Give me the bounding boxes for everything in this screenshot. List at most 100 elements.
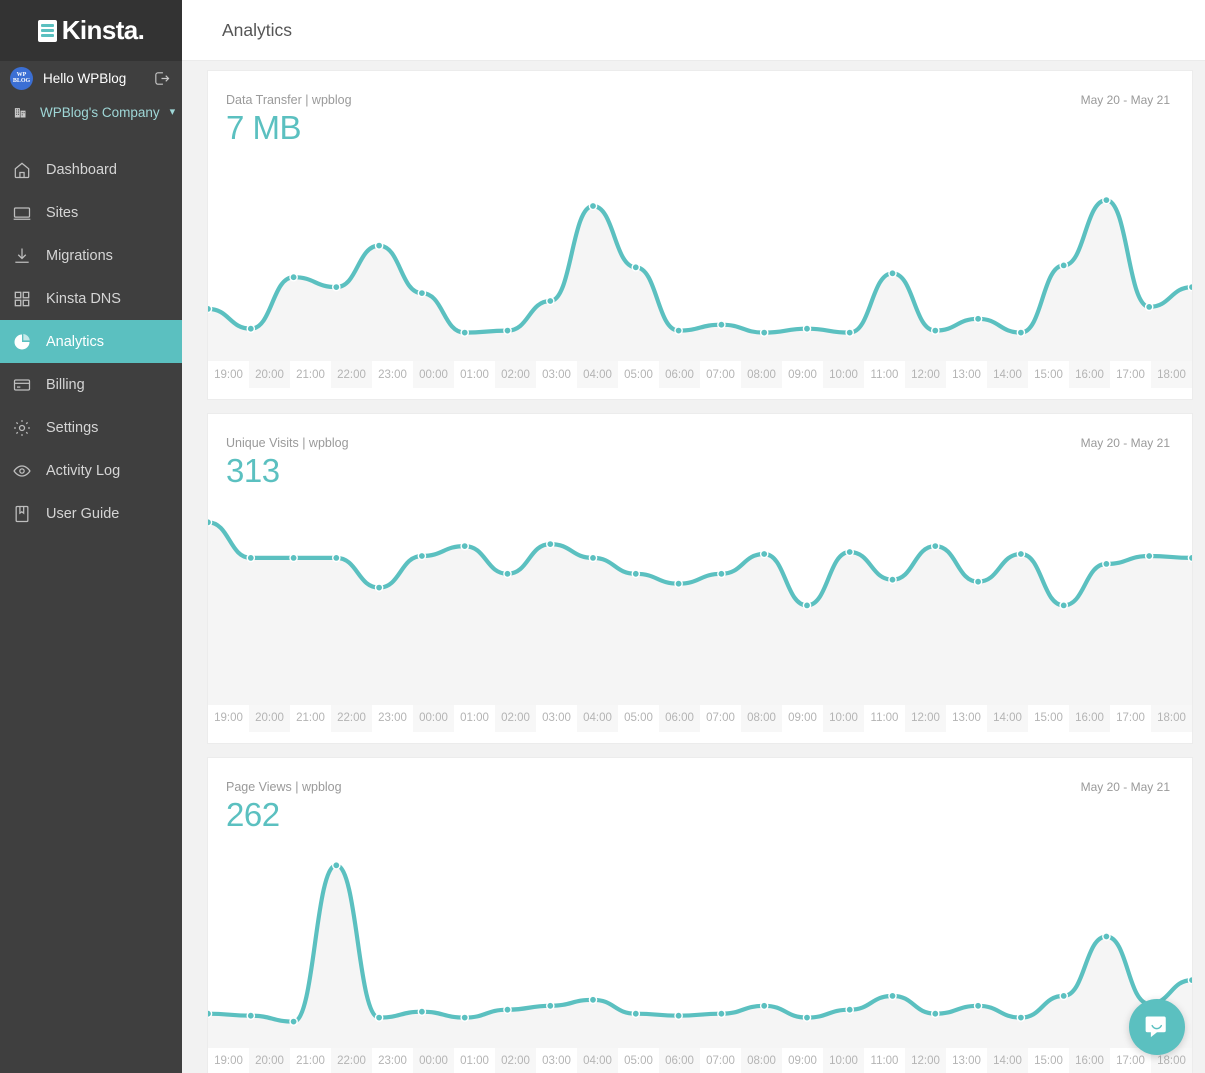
chevron-down-icon[interactable]: ▾ <box>170 106 176 118</box>
x-axis-tick: 12:00 <box>905 361 946 389</box>
gear-icon <box>12 418 32 438</box>
chat-bubble-icon[interactable] <box>1129 999 1185 1055</box>
chart-plot[interactable] <box>208 146 1192 362</box>
card-metric-value: 7 MB <box>226 109 302 146</box>
x-axis-tick: 17:00 <box>1116 368 1145 381</box>
x-axis-tick: 03:00 <box>542 368 571 381</box>
x-axis-tick: 16:00 <box>1069 1047 1110 1073</box>
sidebar-item-activity-log[interactable]: Activity Log <box>0 449 182 492</box>
x-axis-tick: 08:00 <box>741 1047 782 1073</box>
x-axis-tick: 11:00 <box>870 712 899 725</box>
sidebar-item-label: Activity Log <box>46 462 121 479</box>
x-axis-tick: 00:00 <box>413 361 454 389</box>
x-axis-tick: 10:00 <box>823 361 864 389</box>
x-axis-tick: 22:00 <box>331 361 372 389</box>
sidebar-item-label: Kinsta DNS <box>46 290 121 307</box>
x-axis-tick: 06:00 <box>659 1047 700 1073</box>
avatar: WP BLOG <box>10 66 33 90</box>
x-axis-tick: 13:00 <box>952 1055 981 1068</box>
pie-chart-icon <box>12 332 32 352</box>
x-axis-tick: 01:00 <box>460 368 489 381</box>
card-date-range: May 20 - May 21 <box>1080 436 1170 451</box>
x-axis-tick: 03:00 <box>542 712 571 725</box>
x-axis-tick: 11:00 <box>870 1055 899 1068</box>
sidebar-item-migrations[interactable]: Migrations <box>0 234 182 277</box>
app-root: Kinsta. WP BLOG Hello WPBlog WPBlog's Co… <box>0 0 1205 1073</box>
sidebar-item-kinsta-dns[interactable]: Kinsta DNS <box>0 277 182 320</box>
x-axis-tick: 21:00 <box>296 1055 325 1068</box>
building-icon <box>10 105 30 120</box>
x-axis-tick: 12:00 <box>905 1047 946 1073</box>
sidebar: Kinsta. WP BLOG Hello WPBlog WPBlog's Co… <box>0 0 182 1073</box>
x-axis-tick: 22:00 <box>331 1047 372 1073</box>
book-icon <box>12 504 32 524</box>
company-name: WPBlog's Company <box>40 104 160 120</box>
x-axis-tick: 07:00 <box>706 1055 735 1068</box>
x-axis-tick: 09:00 <box>788 368 817 381</box>
x-axis-tick: 20:00 <box>249 704 290 732</box>
card-header: Page Views | wpblog May 20 - May 21 <box>208 758 1192 794</box>
sidebar-item-settings[interactable]: Settings <box>0 406 182 449</box>
x-axis-tick: 16:00 <box>1069 704 1110 732</box>
sidebar-item-label: Analytics <box>46 333 105 350</box>
analytics-cards: Data Transfer | wpblog May 20 - May 21 7 M… <box>182 61 1205 1073</box>
chart-area-fill <box>208 521 1192 705</box>
x-axis: 19:00 20:00 21:00 22:00 23:00 00:00 01:00 02:00… <box>208 1047 1192 1073</box>
x-axis-tick: 06:00 <box>659 361 700 389</box>
x-axis-tick: 20:00 <box>249 361 290 389</box>
brand-logo[interactable]: Kinsta. <box>0 0 182 61</box>
sidebar-item-dashboard[interactable]: Dashboard <box>0 148 182 191</box>
logout-icon[interactable] <box>153 70 170 87</box>
card-footer-spacer <box>208 732 1192 743</box>
x-axis-tick: 00:00 <box>413 704 454 732</box>
x-axis-tick: 15:00 <box>1034 712 1063 725</box>
topbar: Analytics <box>182 0 1205 61</box>
x-axis-tick: 23:00 <box>378 368 407 381</box>
x-axis-tick: 10:00 <box>823 704 864 732</box>
x-axis-tick: 05:00 <box>624 712 653 725</box>
x-axis-tick: 07:00 <box>706 712 735 725</box>
card-title: Data Transfer | wpblog <box>226 93 352 107</box>
chart-area-fill <box>208 200 1192 362</box>
x-axis-tick: 05:00 <box>624 368 653 381</box>
x-axis-tick: 10:00 <box>823 1047 864 1073</box>
card-title: Page Views | wpblog <box>226 779 342 794</box>
x-axis-tick: 06:00 <box>659 704 700 732</box>
x-axis-tick: 13:00 <box>952 712 981 725</box>
brand-name: Kinsta. <box>61 15 145 45</box>
sidebar-item-label: Dashboard <box>46 161 117 178</box>
chart-plot[interactable] <box>208 490 1192 705</box>
account-row[interactable]: WP BLOG Hello WPBlog <box>0 61 182 95</box>
sidebar-item-analytics[interactable]: Analytics <box>0 320 182 363</box>
home-icon <box>12 160 32 180</box>
sidebar-item-user-guide[interactable]: User Guide <box>0 492 182 535</box>
card-date-range: May 20 - May 21 <box>1080 779 1170 794</box>
x-axis-tick: 12:00 <box>905 704 946 732</box>
card-header: Unique Visits | wpblog May 20 - May 21 <box>208 414 1192 450</box>
x-axis-tick: 02:00 <box>495 1047 536 1073</box>
sidebar-item-label: Sites <box>46 204 79 221</box>
x-axis-tick: 22:00 <box>331 704 372 732</box>
download-icon <box>12 246 32 266</box>
x-axis-tick: 00:00 <box>413 1047 454 1073</box>
company-switcher[interactable]: WPBlog's Company ▾ <box>0 95 182 129</box>
chart-area-fill <box>208 865 1192 1048</box>
sidebar-item-sites[interactable]: Sites <box>0 191 182 234</box>
x-axis-tick: 04:00 <box>577 704 618 732</box>
x-axis-tick: 02:00 <box>495 361 536 389</box>
kinsta-server-icon <box>37 19 57 42</box>
x-axis: 19:00 20:00 21:00 22:00 23:00 00:00 01:00 02:00… <box>208 704 1192 732</box>
x-axis-tick: 15:00 <box>1034 1055 1063 1068</box>
card-title: Unique Visits | wpblog <box>226 436 349 451</box>
x-axis-tick: 03:00 <box>542 1055 571 1068</box>
card-metric-value: 262 <box>226 795 280 833</box>
monitor-icon <box>12 203 32 223</box>
x-axis-tick: 21:00 <box>296 712 325 725</box>
sidebar-item-label: User Guide <box>46 505 120 522</box>
sidebar-item-billing[interactable]: Billing <box>0 363 182 406</box>
x-axis-tick: 02:00 <box>495 704 536 732</box>
x-axis-tick: 18:00 <box>1151 704 1192 732</box>
x-axis-tick: 09:00 <box>788 1055 817 1068</box>
analytics-card: Data Transfer | wpblog May 20 - May 21 7 M… <box>207 70 1193 401</box>
chart-plot[interactable] <box>208 833 1192 1048</box>
